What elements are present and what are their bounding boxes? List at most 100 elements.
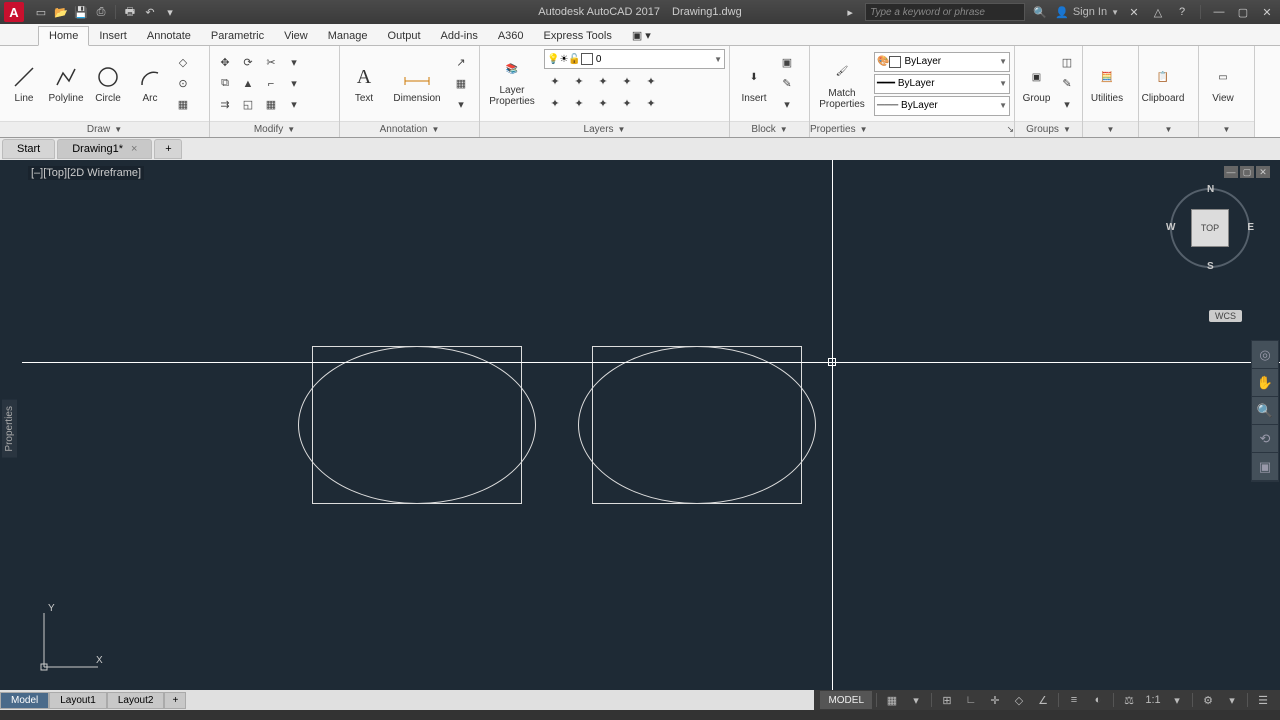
new-tab-button[interactable]: + xyxy=(154,139,182,159)
draw-flyout-2[interactable]: ⊙ xyxy=(172,74,194,94)
clipboard-button[interactable]: 📋Clipboard xyxy=(1143,63,1183,104)
ungroup-icon[interactable]: ◫ xyxy=(1056,53,1078,73)
dimension-button[interactable]: Dimension xyxy=(386,63,448,104)
layer-tool-3[interactable]: ✦ xyxy=(592,71,614,91)
scale-dd[interactable]: ▾ xyxy=(1166,691,1188,709)
add-layout-button[interactable]: + xyxy=(164,692,186,709)
ucs-icon[interactable]: Y X xyxy=(36,605,106,678)
panel-layers-title[interactable]: Layers▼ xyxy=(480,121,729,137)
nav-orbit-icon[interactable]: ⟲ xyxy=(1252,425,1278,453)
panel-clipboard-title[interactable]: ▼ xyxy=(1139,121,1198,137)
nav-showmotion-icon[interactable]: ▣ xyxy=(1252,453,1278,481)
customize-icon[interactable]: ☰ xyxy=(1252,691,1274,709)
lineweight-combo[interactable]: ━━━ ByLayer▼ xyxy=(874,74,1010,94)
panel-utilities-title[interactable]: ▼ xyxy=(1083,121,1138,137)
app-logo[interactable]: A xyxy=(4,2,24,22)
line-button[interactable]: Line xyxy=(4,63,44,104)
properties-palette-tab[interactable]: Properties xyxy=(2,400,17,458)
ellipse-2[interactable] xyxy=(578,346,816,504)
match-properties-button[interactable]: 🖌 Match Properties xyxy=(814,58,870,110)
text-button[interactable]: AText xyxy=(344,63,384,104)
layout-tab-model[interactable]: Model xyxy=(0,692,49,709)
saveas-icon[interactable]: ⎙ xyxy=(92,3,110,21)
lineweight-toggle-icon[interactable]: ≡ xyxy=(1063,691,1085,709)
help-icon[interactable]: ? xyxy=(1173,3,1191,21)
wcs-button[interactable]: WCS xyxy=(1209,310,1242,322)
close-tab-icon[interactable]: × xyxy=(131,143,137,155)
ellipse-1[interactable] xyxy=(298,346,536,504)
save-icon[interactable]: 💾 xyxy=(72,3,90,21)
leader-icon[interactable]: ↗ xyxy=(450,53,472,73)
layer-tool-9[interactable]: ✦ xyxy=(616,93,638,113)
modify-dd1[interactable]: ▾ xyxy=(283,53,305,73)
panel-draw-title[interactable]: Draw▼ xyxy=(0,121,209,137)
draw-flyout-1[interactable]: ◇ xyxy=(172,53,194,73)
grid-toggle-icon[interactable]: ▦ xyxy=(881,691,903,709)
layer-properties-button[interactable]: 📚 Layer Properties xyxy=(484,55,540,107)
tab-insert[interactable]: Insert xyxy=(89,27,137,45)
open-icon[interactable]: 📂 xyxy=(52,3,70,21)
array-icon[interactable]: ▦ xyxy=(260,95,282,115)
fillet-icon[interactable]: ⌐ xyxy=(260,74,282,94)
layer-tool-2[interactable]: ✦ xyxy=(568,71,590,91)
tab-a360[interactable]: A360 xyxy=(488,27,534,45)
edit-block-icon[interactable]: ✎ xyxy=(776,74,798,94)
group-dd[interactable]: ▾ xyxy=(1056,95,1078,115)
maximize-button[interactable]: ▢ xyxy=(1234,3,1252,21)
group-button[interactable]: ▣Group xyxy=(1019,63,1054,104)
tab-output[interactable]: Output xyxy=(378,27,431,45)
panel-properties-title[interactable]: Properties▼↘ xyxy=(810,121,1014,137)
tab-expresstools[interactable]: Express Tools xyxy=(534,27,622,45)
viewcube-west[interactable]: W xyxy=(1166,222,1175,233)
table-icon[interactable]: ▦ xyxy=(450,74,472,94)
print-icon[interactable]: 🖶 xyxy=(121,3,139,21)
nav-wheel-icon[interactable]: ◎ xyxy=(1252,341,1278,369)
qat-arrow-icon[interactable]: ▸ xyxy=(841,3,859,21)
transparency-toggle-icon[interactable]: ◐ xyxy=(1087,691,1109,709)
layout-tab-layout1[interactable]: Layout1 xyxy=(49,692,107,709)
ann-dd[interactable]: ▾ xyxy=(450,95,472,115)
search-icon[interactable]: 🔍 xyxy=(1031,3,1049,21)
tab-addins[interactable]: Add-ins xyxy=(431,27,488,45)
exchange-icon[interactable]: ✕ xyxy=(1125,3,1143,21)
tab-home[interactable]: Home xyxy=(38,26,89,46)
vp-close-icon[interactable]: ✕ xyxy=(1256,166,1270,178)
layer-tool-10[interactable]: ✦ xyxy=(640,93,662,113)
layer-tool-8[interactable]: ✦ xyxy=(592,93,614,113)
file-tab-start[interactable]: Start xyxy=(2,139,55,159)
new-icon[interactable]: ▭ xyxy=(32,3,50,21)
layout-tab-layout2[interactable]: Layout2 xyxy=(107,692,165,709)
group-edit-icon[interactable]: ✎ xyxy=(1056,74,1078,94)
layer-combo[interactable]: 💡 ☀ 🔓 0 ▼ xyxy=(544,49,725,69)
close-button[interactable]: ✕ xyxy=(1258,3,1276,21)
create-block-icon[interactable]: ▣ xyxy=(776,53,798,73)
copy-icon[interactable]: ⧉ xyxy=(214,74,236,94)
modify-dd2[interactable]: ▾ xyxy=(283,74,305,94)
snap-toggle-icon[interactable]: ⊞ xyxy=(936,691,958,709)
scale-icon[interactable]: ◱ xyxy=(237,95,259,115)
viewcube-south[interactable]: S xyxy=(1207,261,1214,272)
viewcube-east[interactable]: E xyxy=(1247,222,1254,233)
linetype-combo[interactable]: ─── ByLayer▼ xyxy=(874,96,1010,116)
file-tab-drawing[interactable]: Drawing1*× xyxy=(57,139,152,159)
scale-readout[interactable]: 1:1 xyxy=(1142,691,1164,709)
polar-toggle-icon[interactable]: ✛ xyxy=(984,691,1006,709)
draw-flyout-3[interactable]: ▦ xyxy=(172,95,194,115)
ortho-toggle-icon[interactable]: ∟ xyxy=(960,691,982,709)
gear-icon[interactable]: ⚙ xyxy=(1197,691,1219,709)
modify-dd3[interactable]: ▾ xyxy=(283,95,305,115)
color-combo[interactable]: 🎨ByLayer▼ xyxy=(874,52,1010,72)
circle-button[interactable]: Circle xyxy=(88,63,128,104)
vp-min-icon[interactable]: — xyxy=(1224,166,1238,178)
tab-view[interactable]: View xyxy=(274,27,318,45)
mirror-icon[interactable]: ▲ xyxy=(237,74,259,94)
annoscale-icon[interactable]: ⚖ xyxy=(1118,691,1140,709)
layer-tool-5[interactable]: ✦ xyxy=(640,71,662,91)
nav-pan-icon[interactable]: ✋ xyxy=(1252,369,1278,397)
stretch-icon[interactable]: ⇉ xyxy=(214,95,236,115)
panel-modify-title[interactable]: Modify▼ xyxy=(210,121,339,137)
viewcube[interactable]: TOP N S E W xyxy=(1170,188,1250,268)
panel-annotation-title[interactable]: Annotation▼ xyxy=(340,121,479,137)
signin-button[interactable]: 👤 Sign In ▼ xyxy=(1055,6,1119,19)
panel-block-title[interactable]: Block▼ xyxy=(730,121,809,137)
